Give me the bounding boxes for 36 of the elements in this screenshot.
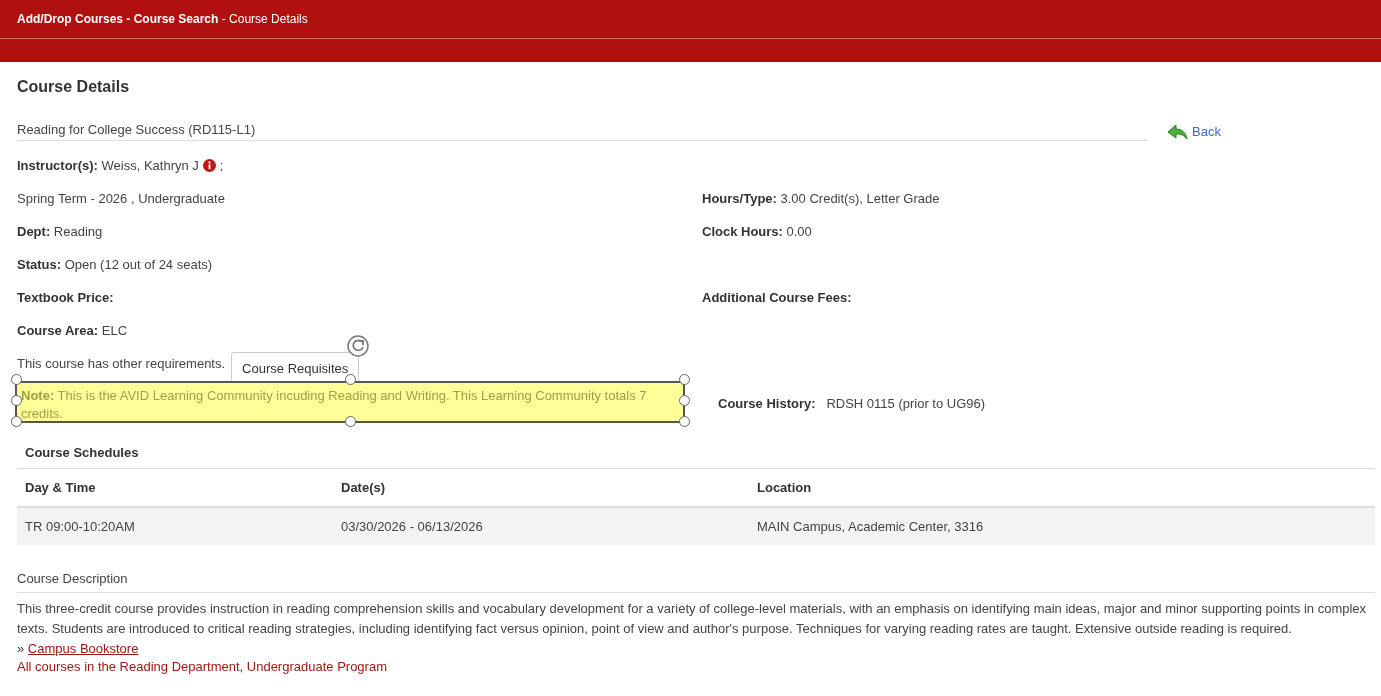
info-icon[interactable] — [202, 159, 216, 172]
resize-handle[interactable] — [345, 416, 356, 427]
instructor-field: Instructor(s): Weiss, Kathryn J ; — [17, 158, 702, 173]
bookstore-link[interactable]: Campus Bookstore — [27, 641, 139, 656]
back-link[interactable]: Back — [1167, 123, 1221, 140]
detail-field: Clock Hours: 0.00 — [702, 224, 1375, 239]
table-cell: TR 09:00-10:20AM — [17, 507, 333, 545]
table-cell: 03/30/2026 - 06/13/2026 — [333, 507, 749, 545]
resize-handle[interactable] — [679, 374, 690, 385]
breadcrumb: Add/Drop Courses - Course Search - Course Details — [0, 0, 1381, 39]
resize-handle[interactable] — [345, 374, 356, 385]
rotate-handle-icon[interactable] — [346, 334, 370, 358]
detail-field: Dept: Reading — [17, 224, 702, 239]
detail-field: Additional Course Fees: — [702, 290, 1375, 305]
resize-handle[interactable] — [11, 416, 22, 427]
page-title: Course Details — [17, 78, 131, 97]
resize-handle[interactable] — [11, 395, 22, 406]
back-arrow-icon[interactable] — [1167, 123, 1189, 140]
bullet-mark: » — [17, 641, 25, 656]
resize-handle[interactable] — [679, 416, 690, 427]
course-description: This three-credit course provides instruction in reading comprehension skills and vocabulary development for a variety of college-level materials, with an emphasis on identifying main ideas, major and minor supporting points in complex texts. Students are introduced to critical reading strategies, including identifying fact versus opinion, point of view and author's purpose. Techniques for varying reading rates are taught. Extensive outside reading is required. — [17, 600, 1368, 638]
course-title: Reading for College Success (RD115-L1) — [17, 122, 1147, 141]
table-cell: MAIN Campus, Academic Center, 3316 — [749, 507, 1375, 545]
resize-handle[interactable] — [11, 374, 22, 385]
detail-field: Spring Term - 2026 , Undergraduate — [17, 191, 702, 206]
course-requisites-tab[interactable]: Course Requisites — [231, 351, 360, 382]
course-history-field: Course History: RDSH 0115 (prior to UG96) — [702, 395, 1375, 411]
detail-field: Course Area: ELC — [17, 323, 702, 338]
section-heading: Course Schedules — [25, 443, 140, 462]
detail-field: Hours/Type: 3.00 Credit(s), Letter Grade — [702, 191, 1375, 206]
section-heading: Course Description — [17, 571, 1375, 593]
requirements-text: This course has other requirements. — [17, 356, 226, 371]
detail-field: Status: Open (12 out of 24 seats) — [17, 257, 702, 272]
detail-field: Textbook Price: — [17, 290, 702, 305]
resize-handle[interactable] — [679, 395, 690, 406]
department-link[interactable]: All courses in the Reading Department, Undergraduate Program — [17, 659, 387, 674]
